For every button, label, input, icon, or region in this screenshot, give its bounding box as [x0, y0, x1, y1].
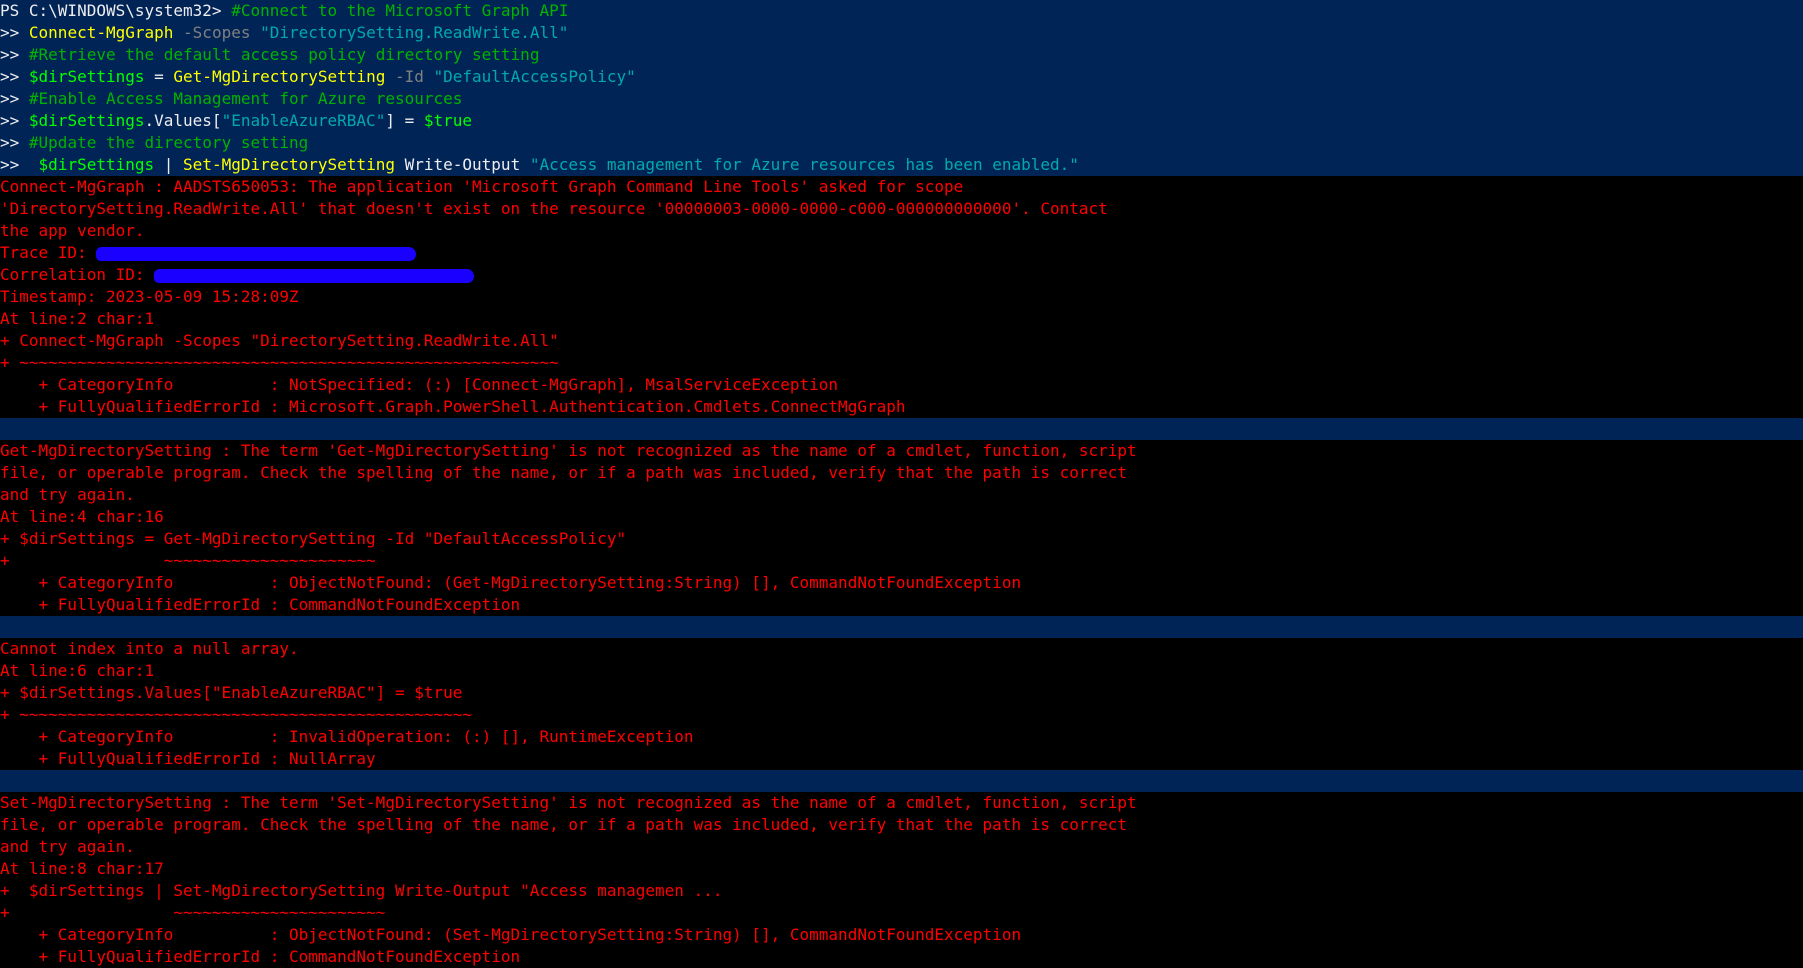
command-token: "Access management for Azure resources h…	[529, 155, 1079, 174]
error-line: and try again.	[0, 484, 1803, 506]
command-token: Get-MgDirectorySetting	[173, 67, 386, 86]
error-line: Get-MgDirectorySetting : The term 'Get-M…	[0, 440, 1803, 462]
error-line: + ~~~~~~~~~~~~~~~~~~~~~~	[0, 550, 1803, 572]
error-label: Correlation ID:	[0, 265, 155, 284]
prompt-text: >>	[0, 111, 29, 130]
prompt-text: >>	[0, 45, 29, 64]
error-line: Trace ID:	[0, 242, 1803, 264]
error-line: + CategoryInfo : InvalidOperation: (:) […	[0, 726, 1803, 748]
command-input-line: >> $dirSettings | Set-MgDirectorySetting…	[0, 154, 1803, 176]
command-token: ] =	[385, 111, 424, 130]
error-label: Trace ID:	[0, 243, 97, 262]
command-input-line: >> $dirSettings.Values["EnableAzureRBAC"…	[0, 110, 1803, 132]
error-line: + ~~~~~~~~~~~~~~~~~~~~~~	[0, 902, 1803, 924]
error-line: + $dirSettings.Values["EnableAzureRBAC"]…	[0, 682, 1803, 704]
error-line: At line:2 char:1	[0, 308, 1803, 330]
error-line: + $dirSettings | Set-MgDirectorySetting …	[0, 880, 1803, 902]
command-token: Connect-MgGraph	[28, 23, 174, 42]
error-line: + FullyQualifiedErrorId : CommandNotFoun…	[0, 594, 1803, 616]
redaction-mark	[96, 246, 417, 261]
command-token: =	[144, 67, 174, 86]
prompt-text: >>	[0, 67, 29, 86]
command-input-line: >> #Enable Access Management for Azure r…	[0, 88, 1803, 110]
blank-line	[0, 616, 1803, 638]
error-line: + FullyQualifiedErrorId : NullArray	[0, 748, 1803, 770]
command-token: #Enable Access Management for Azure reso…	[28, 89, 463, 108]
prompt-text: >>	[0, 133, 29, 152]
error-line: file, or operable program. Check the spe…	[0, 462, 1803, 484]
powershell-terminal[interactable]: PS C:\WINDOWS\system32> #Connect to the …	[0, 0, 1803, 968]
error-line: At line:4 char:16	[0, 506, 1803, 528]
error-line: 'DirectorySetting.ReadWrite.All' that do…	[0, 198, 1803, 220]
error-line: the app vendor.	[0, 220, 1803, 242]
error-line: Set-MgDirectorySetting : The term 'Set-M…	[0, 792, 1803, 814]
error-line: file, or operable program. Check the spe…	[0, 814, 1803, 836]
error-line: Correlation ID:	[0, 264, 1803, 286]
command-input-line: >> Connect-MgGraph -Scopes "DirectorySet…	[0, 22, 1803, 44]
command-input-line: >> $dirSettings = Get-MgDirectorySetting…	[0, 66, 1803, 88]
command-token: -Id	[385, 67, 434, 86]
command-token: #Connect to the Microsoft Graph API	[231, 1, 569, 20]
command-token: $dirSettings	[28, 67, 145, 86]
command-token: "DirectorySetting.ReadWrite.All"	[260, 23, 569, 42]
command-token: "EnableAzureRBAC"	[221, 111, 386, 130]
error-line: + CategoryInfo : ObjectNotFound: (Set-Mg…	[0, 924, 1803, 946]
error-line: + $dirSettings = Get-MgDirectorySetting …	[0, 528, 1803, 550]
error-line: + CategoryInfo : NotSpecified: (:) [Conn…	[0, 374, 1803, 396]
blank-line	[0, 770, 1803, 792]
error-line: + ~~~~~~~~~~~~~~~~~~~~~~~~~~~~~~~~~~~~~~…	[0, 704, 1803, 726]
command-token	[29, 155, 39, 174]
error-line: Connect-MgGraph : AADSTS650053: The appl…	[0, 176, 1803, 198]
error-line: Timestamp: 2023-05-09 15:28:09Z	[0, 286, 1803, 308]
command-token: $dirSettings	[28, 111, 145, 130]
error-line: + FullyQualifiedErrorId : Microsoft.Grap…	[0, 396, 1803, 418]
command-token: #Update the directory setting	[28, 133, 309, 152]
blank-line	[0, 418, 1803, 440]
command-token: .Values[	[144, 111, 222, 130]
error-line: and try again.	[0, 836, 1803, 858]
prompt-text: >>	[0, 155, 29, 174]
prompt-text: PS C:\WINDOWS\system32>	[0, 1, 232, 20]
error-line: Cannot index into a null array.	[0, 638, 1803, 660]
command-token: -Scopes	[173, 23, 261, 42]
error-line: At line:8 char:17	[0, 858, 1803, 880]
error-line: + FullyQualifiedErrorId : CommandNotFoun…	[0, 946, 1803, 968]
command-token: $dirSettings	[38, 155, 155, 174]
command-input-line: >> #Retrieve the default access policy d…	[0, 44, 1803, 66]
command-token: "DefaultAccessPolicy"	[433, 67, 636, 86]
error-line: At line:6 char:1	[0, 660, 1803, 682]
error-line: + ~~~~~~~~~~~~~~~~~~~~~~~~~~~~~~~~~~~~~~…	[0, 352, 1803, 374]
command-token: |	[154, 155, 184, 174]
command-token: #Retrieve the default access policy dire…	[28, 45, 540, 64]
command-input-line: >> #Update the directory setting	[0, 132, 1803, 154]
command-input-line: PS C:\WINDOWS\system32> #Connect to the …	[0, 0, 1803, 22]
error-line: + Connect-MgGraph -Scopes "DirectorySett…	[0, 330, 1803, 352]
command-token: $true	[423, 111, 473, 130]
redaction-mark	[154, 268, 475, 283]
command-token: Write-Output	[394, 155, 530, 174]
error-line: + CategoryInfo : ObjectNotFound: (Get-Mg…	[0, 572, 1803, 594]
prompt-text: >>	[0, 23, 29, 42]
command-token: Set-MgDirectorySetting	[183, 155, 395, 174]
prompt-text: >>	[0, 89, 29, 108]
